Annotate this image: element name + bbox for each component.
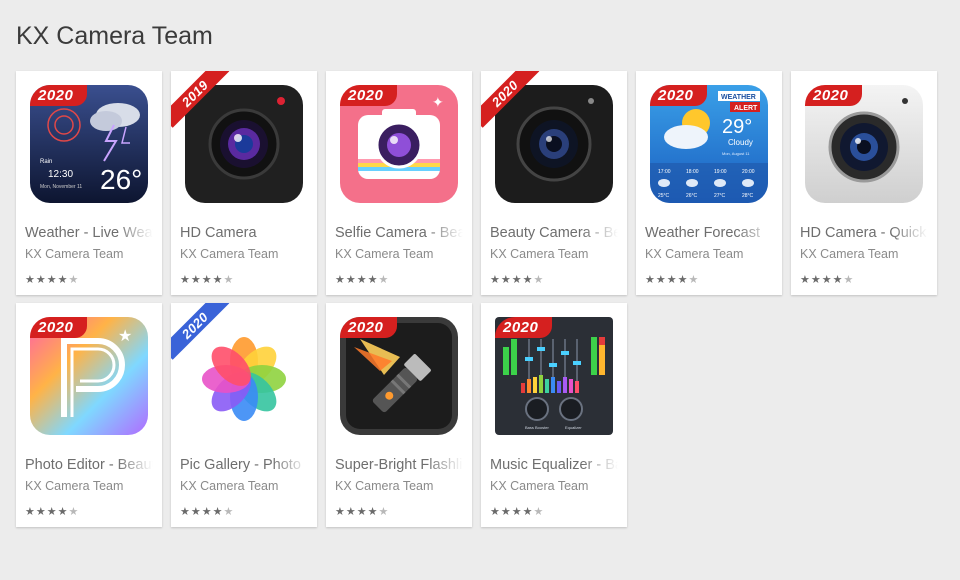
year-badge: 2020 — [495, 317, 553, 338]
year-badge: 2020 — [30, 317, 88, 338]
app-title[interactable]: Pic Gallery - Photo — [180, 457, 308, 473]
rating-stars: ★★★★★ — [25, 506, 80, 518]
year-badge: 2020 — [650, 85, 708, 106]
page-title: KX Camera Team — [16, 22, 213, 50]
app-title[interactable]: Beauty Camera - Beauty — [490, 225, 618, 241]
forecast-hour: 20:00 — [742, 169, 755, 175]
weather-label: Rain — [40, 159, 52, 165]
app-title[interactable]: Super-Bright Flashlight — [335, 457, 463, 473]
app-developer[interactable]: KX Camera Team — [800, 247, 898, 261]
forecast-temp: 27°C — [714, 193, 726, 199]
forecast-temp: 26°C — [686, 193, 698, 199]
weather-temp: 26° — [100, 164, 142, 195]
app-developer[interactable]: KX Camera Team — [335, 247, 433, 261]
forecast-hour: 19:00 — [714, 169, 727, 175]
weather-temp: 29° — [722, 116, 752, 138]
app-title[interactable]: Selfie Camera - Beauty — [335, 225, 463, 241]
year-badge: 2020 — [30, 85, 88, 106]
weather-alert-title: WEATHER — [721, 94, 756, 101]
weather-alert-tag: ALERT — [734, 105, 758, 112]
rating-stars: ★★★★★ — [180, 506, 235, 518]
equalizer-label-right: Equalizer — [565, 425, 582, 430]
app-card[interactable]: 2020 Super-Bright Flashlight KX Camera T… — [326, 303, 472, 527]
weather-date: Mon, August 11 — [722, 151, 750, 156]
year-badge: 2019 — [171, 71, 231, 131]
year-badge: 2020 — [340, 317, 398, 338]
forecast-hour: 17:00 — [658, 169, 671, 175]
weather-date: Mon, November 11 — [40, 184, 82, 190]
app-card[interactable]: 2020 HD Camera - Quick KX Camera Team ★★… — [791, 71, 937, 295]
app-card[interactable]: ✦ 2020 Selfie Camera - Beauty KX Camera … — [326, 71, 472, 295]
app-developer[interactable]: KX Camera Team — [180, 479, 278, 493]
app-card[interactable]: WEATHER ALERT 29° Cloudy Mon, August 11 … — [636, 71, 782, 295]
app-developer[interactable]: KX Camera Team — [180, 247, 278, 261]
app-card[interactable]: Rain 12:30 Mon, November 11 26° 2020 Wea… — [16, 71, 162, 295]
app-title[interactable]: HD Camera — [180, 225, 308, 241]
app-developer[interactable]: KX Camera Team — [25, 247, 123, 261]
year-badge: 2020 — [340, 85, 398, 106]
forecast-temp: 28°C — [742, 193, 754, 199]
forecast-hour: 18:00 — [686, 169, 699, 175]
rating-stars: ★★★★★ — [180, 274, 235, 286]
app-developer[interactable]: KX Camera Team — [25, 479, 123, 493]
app-card[interactable]: 2019 HD Camera KX Camera Team ★★★★★ — [171, 71, 317, 295]
app-developer[interactable]: KX Camera Team — [490, 479, 588, 493]
app-title[interactable]: Weather Forecast — [645, 225, 773, 241]
year-badge: 2020 — [481, 71, 541, 131]
rating-stars: ★★★★★ — [335, 506, 390, 518]
app-developer[interactable]: KX Camera Team — [335, 479, 433, 493]
rating-stars: ★★★★★ — [645, 274, 700, 286]
app-developer[interactable]: KX Camera Team — [490, 247, 588, 261]
forecast-temp: 25°C — [658, 193, 670, 199]
app-card[interactable]: ★ 2020 Photo Editor - Beauty KX Camera T… — [16, 303, 162, 527]
rating-stars: ★★★★★ — [335, 274, 390, 286]
rating-stars: ★★★★★ — [25, 274, 80, 286]
weather-condition: Cloudy — [728, 138, 753, 147]
app-card[interactable]: Bass Booster Equalizer 2020 Music Equali… — [481, 303, 627, 527]
rating-stars: ★★★★★ — [800, 274, 855, 286]
year-badge: 2020 — [805, 85, 863, 106]
rating-stars: ★★★★★ — [490, 274, 545, 286]
app-title[interactable]: Music Equalizer - Bass — [490, 457, 618, 473]
app-card[interactable]: 2020 Pic Gallery - Photo KX Camera Team … — [171, 303, 317, 527]
app-card[interactable]: 2020 Beauty Camera - Beauty KX Camera Te… — [481, 71, 627, 295]
svg-text:✦: ✦ — [432, 94, 444, 110]
equalizer-label-left: Bass Booster — [525, 425, 549, 430]
rating-stars: ★★★★★ — [490, 506, 545, 518]
app-developer[interactable]: KX Camera Team — [645, 247, 743, 261]
year-badge: 2020 — [171, 303, 231, 363]
app-title[interactable]: Weather - Live Weather — [25, 225, 153, 241]
app-title[interactable]: Photo Editor - Beauty — [25, 457, 153, 473]
app-grid: Rain 12:30 Mon, November 11 26° 2020 Wea… — [16, 71, 941, 527]
app-title[interactable]: HD Camera - Quick — [800, 225, 928, 241]
svg-text:★: ★ — [118, 328, 132, 345]
weather-time: 12:30 — [48, 169, 73, 180]
